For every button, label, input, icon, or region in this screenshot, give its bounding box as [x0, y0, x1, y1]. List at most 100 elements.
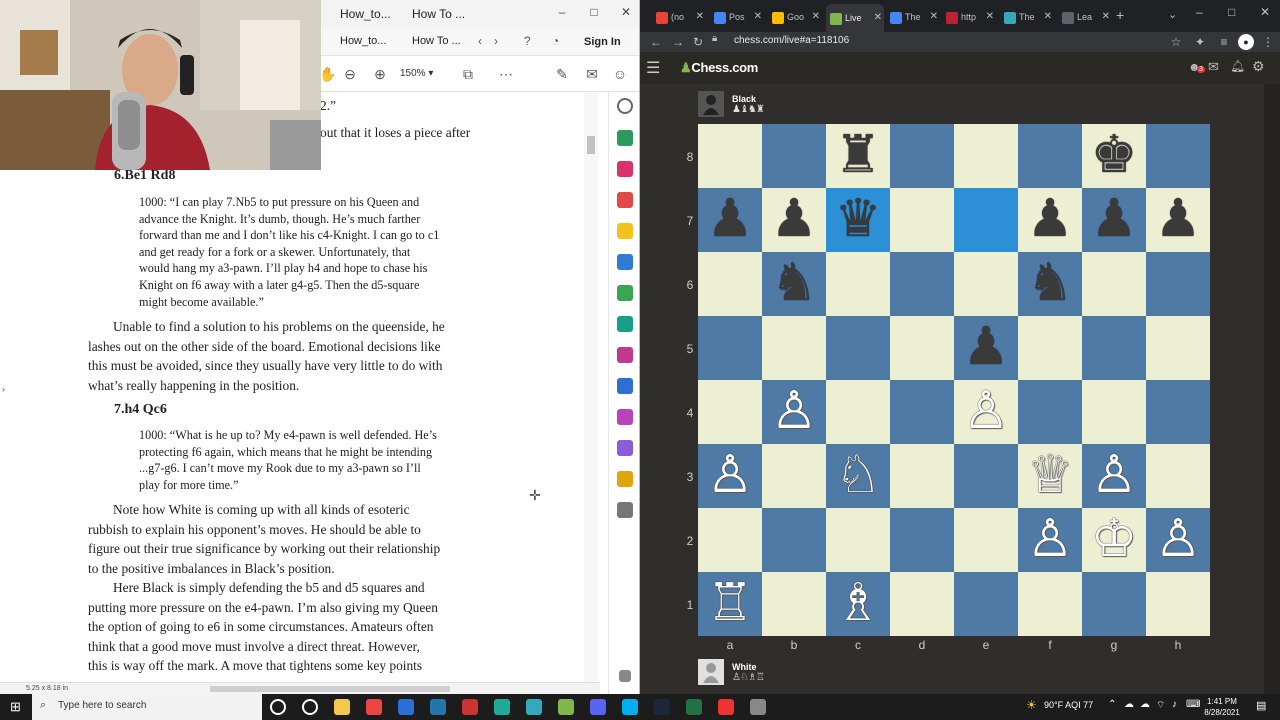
square-d4[interactable] — [890, 380, 954, 444]
share-user-icon[interactable]: ☺ — [610, 64, 630, 84]
acrobat-icon[interactable] — [718, 699, 734, 715]
page-layout-icon[interactable]: ⧉ — [458, 64, 478, 84]
square-d6[interactable] — [890, 252, 954, 316]
back-icon[interactable]: ← — [648, 34, 664, 50]
settings-gear-icon[interactable]: ⚙ — [1252, 58, 1265, 75]
square-d2[interactable] — [890, 508, 954, 572]
combine-files-icon[interactable] — [617, 254, 633, 270]
reading-list-icon[interactable]: ≡ — [1216, 34, 1232, 50]
opponent-avatar[interactable] — [698, 91, 724, 117]
browser-tab[interactable]: The ✕ — [886, 7, 940, 27]
square-c5[interactable] — [826, 316, 890, 380]
pdf-vertical-scrollbar[interactable] — [584, 92, 598, 682]
zoom-in-icon[interactable]: ⊕ — [370, 64, 390, 84]
white-piece-e4[interactable]: ♙ — [954, 380, 1018, 444]
square-f1[interactable] — [1018, 572, 1082, 636]
maximize-icon[interactable]: □ — [1228, 5, 1235, 19]
bottom-player-name[interactable]: White — [732, 662, 757, 672]
onedrive-icon[interactable]: ☁ — [1140, 699, 1150, 710]
edit-pdf-icon[interactable] — [617, 409, 633, 425]
black-piece-a7[interactable]: ♟ — [698, 188, 762, 252]
protect-icon[interactable] — [617, 378, 633, 394]
weather-widget[interactable]: 90°F AQI 77 — [1044, 700, 1093, 710]
square-e6[interactable] — [954, 252, 1018, 316]
square-e5[interactable]: ♟ — [954, 316, 1018, 380]
square-g4[interactable] — [1082, 380, 1146, 444]
white-piece-g3[interactable]: ♙ — [1082, 444, 1146, 508]
square-e3[interactable] — [954, 444, 1018, 508]
tab-close-icon[interactable]: ✕ — [874, 4, 882, 32]
help-icon[interactable]: ? — [524, 34, 531, 48]
app-icon[interactable] — [430, 699, 446, 715]
mail-icon[interactable]: ✉ — [582, 64, 602, 84]
close-icon[interactable]: ✕ — [1260, 5, 1270, 19]
chess-com-logo[interactable]: ♟Chess.com — [680, 60, 758, 76]
maximize-icon[interactable]: □ — [586, 4, 602, 20]
square-c1[interactable]: ♗ — [826, 572, 890, 636]
export-pdf-icon[interactable] — [617, 130, 633, 146]
tools-icon[interactable] — [617, 502, 633, 518]
square-c3[interactable]: ♘ — [826, 444, 890, 508]
messages-icon[interactable]: ✉ — [1208, 59, 1219, 75]
chess-app-icon[interactable] — [558, 699, 574, 715]
square-g6[interactable] — [1082, 252, 1146, 316]
close-icon[interactable]: ✕ — [618, 4, 634, 20]
taskbar-clock[interactable]: 1:41 PM 8/28/2021 — [1198, 696, 1246, 718]
tab-close-icon[interactable]: ✕ — [1044, 7, 1052, 27]
square-a1[interactable]: ♖ — [698, 572, 762, 636]
tray-expand-icon[interactable]: ⌃ — [1108, 699, 1116, 710]
square-a7[interactable]: ♟ — [698, 188, 762, 252]
white-piece-c1[interactable]: ♗ — [826, 572, 890, 636]
more-options-icon[interactable]: ⋯ — [496, 64, 516, 84]
white-piece-b4[interactable]: ♙ — [762, 380, 826, 444]
windows-start-icon[interactable]: ⊞ — [10, 699, 21, 715]
top-player-name[interactable]: Black — [732, 94, 756, 104]
app-icon[interactable] — [494, 699, 510, 715]
cloud-icon[interactable]: ☁ — [1124, 699, 1134, 710]
square-f8[interactable] — [1018, 124, 1082, 188]
zoom-select[interactable]: 150% ▾ — [400, 64, 446, 84]
square-g1[interactable] — [1082, 572, 1146, 636]
square-g8[interactable]: ♚ — [1082, 124, 1146, 188]
square-f6[interactable]: ♞ — [1018, 252, 1082, 316]
white-piece-a1[interactable]: ♖ — [698, 572, 762, 636]
tab-close-icon[interactable]: ✕ — [1102, 7, 1110, 27]
pdf-tab-label-2[interactable]: How To ... — [412, 35, 461, 47]
chevron-right-icon[interactable]: › — [494, 34, 498, 48]
app-icon[interactable] — [462, 699, 478, 715]
black-piece-h7[interactable]: ♟ — [1146, 188, 1210, 252]
square-e8[interactable] — [954, 124, 1018, 188]
white-piece-g2[interactable]: ♔ — [1082, 508, 1146, 572]
search-icon[interactable] — [617, 98, 633, 114]
square-g3[interactable]: ♙ — [1082, 444, 1146, 508]
square-h2[interactable]: ♙ — [1146, 508, 1210, 572]
weather-sun-icon[interactable]: ☀ — [1026, 698, 1037, 712]
skype-icon[interactable] — [622, 699, 638, 715]
sign-in-button[interactable]: Sign In — [584, 36, 621, 48]
comment-icon[interactable] — [617, 223, 633, 239]
square-f3[interactable]: ♕ — [1018, 444, 1082, 508]
square-a6[interactable] — [698, 252, 762, 316]
black-piece-c8[interactable]: ♜ — [826, 124, 890, 188]
player-avatar[interactable] — [698, 659, 724, 685]
obs-icon[interactable] — [750, 699, 766, 715]
square-b6[interactable]: ♞ — [762, 252, 826, 316]
square-h1[interactable] — [1146, 572, 1210, 636]
white-piece-f2[interactable]: ♙ — [1018, 508, 1082, 572]
square-c7[interactable]: ♛ — [826, 188, 890, 252]
pdf-tab-2[interactable]: How To ... — [412, 0, 465, 28]
tab-close-icon[interactable]: ✕ — [930, 7, 938, 27]
tab-search-icon[interactable]: ⌄ — [1168, 8, 1177, 21]
square-f7[interactable]: ♟ — [1018, 188, 1082, 252]
browser-menu-icon[interactable]: ⋮ — [1260, 34, 1276, 50]
action-center-icon[interactable]: ▤ — [1256, 699, 1266, 712]
volume-icon[interactable]: ♪ — [1172, 699, 1177, 710]
fill-sign-icon[interactable] — [617, 347, 633, 363]
square-c4[interactable] — [826, 380, 890, 444]
tab-close-icon[interactable]: ✕ — [812, 7, 820, 27]
reload-icon[interactable]: ↻ — [690, 34, 706, 50]
hand-tool-icon[interactable]: ✋ — [318, 64, 338, 84]
black-piece-f7[interactable]: ♟ — [1018, 188, 1082, 252]
black-piece-e5[interactable]: ♟ — [954, 316, 1018, 380]
file-explorer-icon[interactable] — [334, 699, 350, 715]
